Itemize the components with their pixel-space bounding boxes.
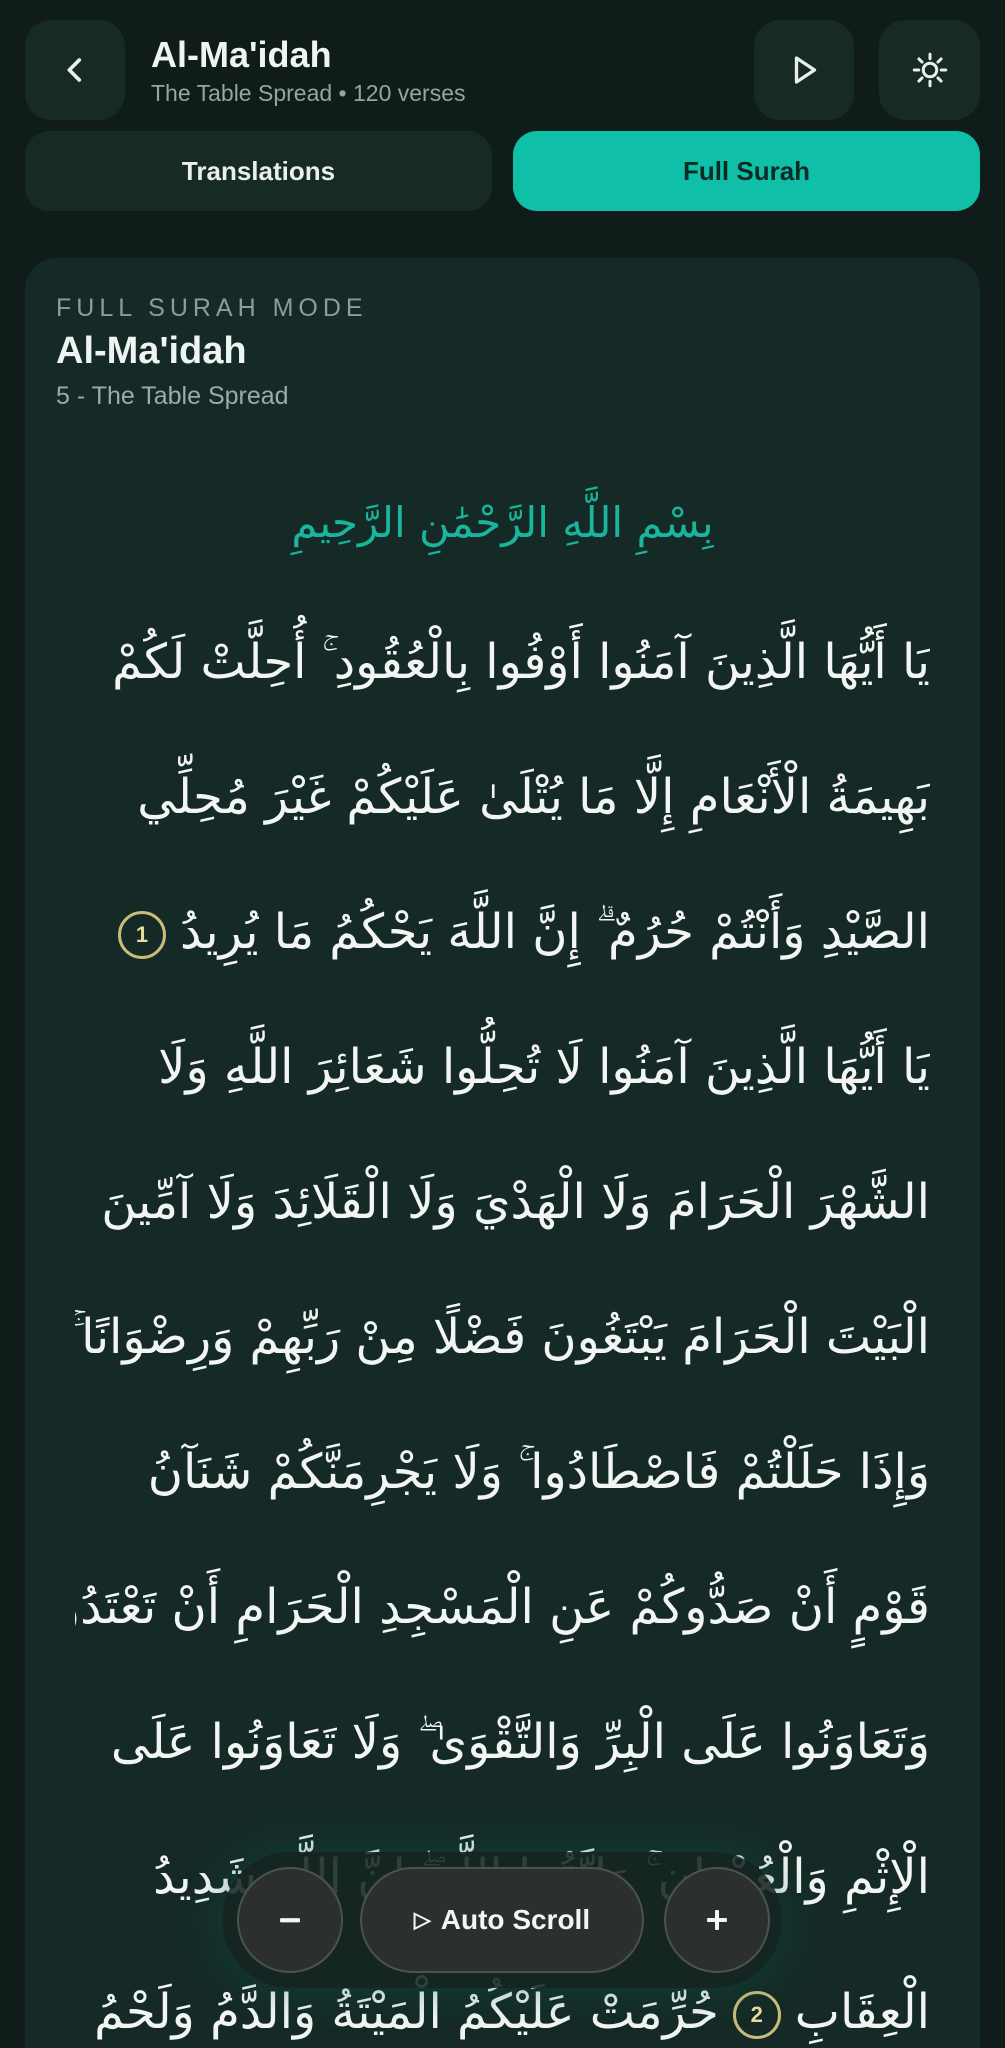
- play-button[interactable]: [754, 20, 854, 120]
- ayah-number-badge: 1: [118, 911, 167, 959]
- ayah-number-badge: 2: [732, 1991, 781, 2039]
- ayah-line: وَإِذَا حَلَلْتُمْ فَاصْطَادُوا ۚ وَلَا …: [75, 1422, 930, 1522]
- ayah-text: حُرِّمَتْ عَلَيْكُمُ الْمَيْتَةُ وَالدَّ…: [94, 1984, 719, 2040]
- ayah-line: قَوْمٍ أَنْ صَدُّوكُمْ عَنِ الْمَسْجِدِ …: [75, 1557, 930, 1657]
- ayah-text: الشَّهْرَ الْحَرَامَ وَلَا الْهَدْيَ وَل…: [101, 1174, 930, 1230]
- ayah-text: وَتَعَاوَنُوا عَلَى الْبِرِّ وَالتَّقْوَ…: [110, 1714, 930, 1770]
- ayah-text: بَهِيمَةُ الْأَنْعَامِ إِلَّا مَا يُتْلَ…: [137, 769, 930, 825]
- top-bar: Al-Ma'idah The Table Spread • 120 verses: [0, 0, 1005, 125]
- auto-scroll-label: Auto Scroll: [440, 1904, 591, 1935]
- surah-subtitle: 5 - The Table Spread: [56, 382, 289, 410]
- ayah-line: الشَّهْرَ الْحَرَامَ وَلَا الْهَدْيَ وَل…: [75, 1152, 930, 1252]
- tab-full-surah[interactable]: Full Surah: [513, 131, 980, 211]
- page-subtitle: The Table Spread • 120 verses: [151, 80, 466, 106]
- ayah-line: الْبَيْتَ الْحَرَامَ يَبْتَغُونَ فَضْلًا…: [75, 1287, 930, 1387]
- ayah-line: وَتَعَاوَنُوا عَلَى الْبِرِّ وَالتَّقْوَ…: [75, 1692, 930, 1792]
- play-outline-icon: ▷: [413, 1907, 431, 1932]
- page-title: Al-Ma'idah: [151, 34, 332, 75]
- speed-increase-button[interactable]: [664, 1867, 770, 1973]
- ayah-line: يَا أَيُّهَا الَّذِينَ آمَنُوا لَا تُحِل…: [75, 1017, 930, 1117]
- sun-icon: [912, 52, 947, 88]
- back-button[interactable]: [25, 20, 125, 120]
- ayah-line: الصَّيْدِ وَأَنْتُمْ حُرُمٌ ۗ إِنَّ اللَ…: [75, 882, 930, 982]
- ayah-line: يَا أَيُّهَا الَّذِينَ آمَنُوا أَوْفُوا …: [75, 612, 930, 712]
- play-icon: [794, 56, 817, 84]
- mode-label: FULL SURAH MODE: [56, 294, 368, 322]
- ayah-text: الْعِقَابِ: [794, 1984, 930, 2040]
- minus-icon: [280, 1918, 300, 1923]
- surah-card: FULL SURAH MODE Al-Ma'idah 5 - The Table…: [25, 258, 980, 2048]
- theme-toggle-button[interactable]: [879, 20, 980, 120]
- ayah-text: قَوْمٍ أَنْ صَدُّوكُمْ عَنِ الْمَسْجِدِ …: [75, 1579, 930, 1635]
- ayah-line: بَهِيمَةُ الْأَنْعَامِ إِلَّا مَا يُتْلَ…: [75, 747, 930, 847]
- ayah-text: يَا أَيُّهَا الَّذِينَ آمَنُوا لَا تُحِل…: [158, 1039, 930, 1095]
- tab-translations[interactable]: Translations: [25, 131, 492, 211]
- chevron-left-icon: [67, 58, 82, 82]
- bismillah: بِسْمِ اللَّهِ الرَّحْمَٰنِ الرَّحِيمِ: [291, 498, 714, 547]
- ayah-text: يَا أَيُّهَا الَّذِينَ آمَنُوا أَوْفُوا …: [112, 634, 930, 690]
- auto-scroll-controls: ▷ Auto Scroll: [222, 1852, 782, 1988]
- ayah-text: الْبَيْتَ الْحَرَامَ يَبْتَغُونَ فَضْلًا…: [75, 1309, 930, 1365]
- auto-scroll-button[interactable]: ▷ Auto Scroll: [360, 1867, 644, 1973]
- ayah-text: وَإِذَا حَلَلْتُمْ فَاصْطَادُوا ۚ وَلَا …: [147, 1444, 930, 1500]
- plus-icon: [707, 1910, 727, 1930]
- surah-title: Al-Ma'idah: [56, 330, 247, 372]
- ayah-text: الصَّيْدِ وَأَنْتُمْ حُرُمٌ ۗ إِنَّ اللَ…: [180, 904, 930, 960]
- speed-decrease-button[interactable]: [237, 1867, 343, 1973]
